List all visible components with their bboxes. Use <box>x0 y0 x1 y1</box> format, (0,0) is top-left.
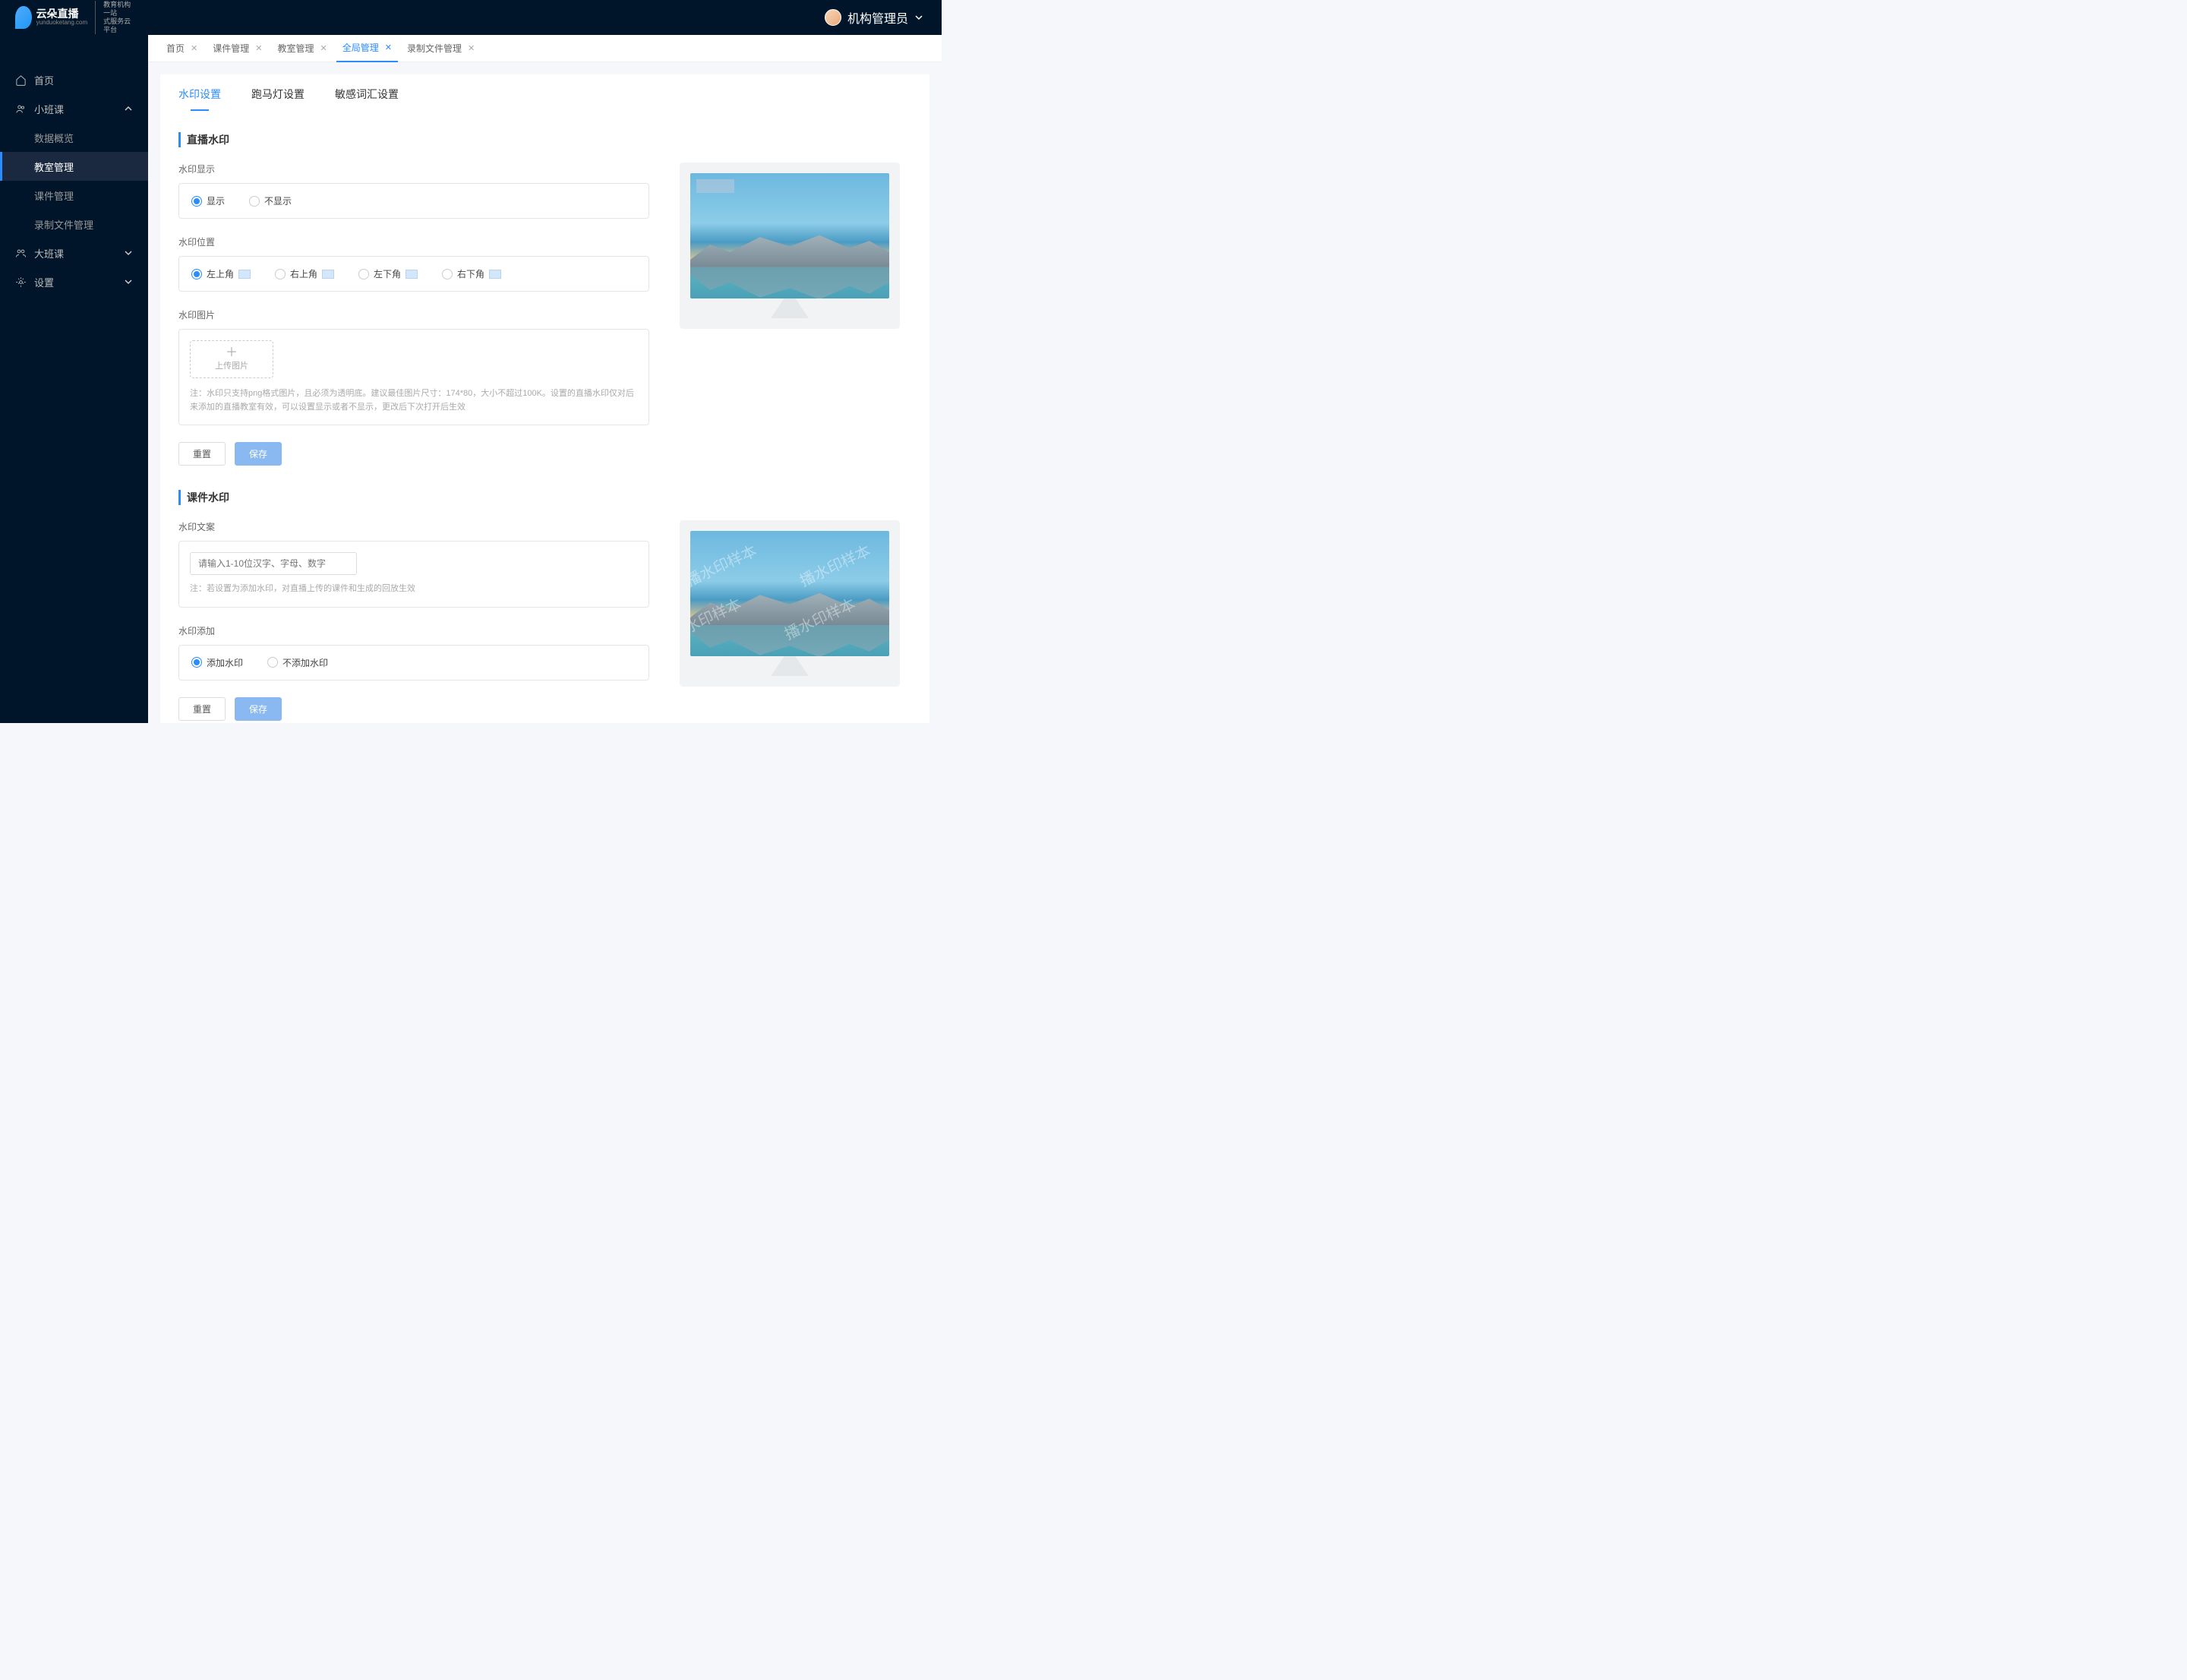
radio-icon <box>267 657 278 668</box>
radio-icon <box>191 269 202 279</box>
field-label-img: 水印图片 <box>178 308 649 321</box>
tab-home[interactable]: 首页✕ <box>160 35 204 62</box>
note-text: 注：水印只支持png格式图片，且必须为透明底。建议最佳图片尺寸：174*80，大… <box>190 387 638 414</box>
sidebar-item-classroom[interactable]: 教室管理 <box>0 152 148 181</box>
radio-icon <box>191 196 202 207</box>
sidebar-item-recording[interactable]: 录制文件管理 <box>0 210 148 238</box>
radio-bottom-left[interactable]: 左下角 <box>358 267 418 280</box>
radio-group-show: 显示 不显示 <box>178 183 649 219</box>
tab-global[interactable]: 全局管理✕ <box>336 35 398 62</box>
chevron-up-icon <box>124 104 133 113</box>
tab-marquee[interactable]: 跑马灯设置 <box>251 87 305 111</box>
close-icon[interactable]: ✕ <box>320 43 327 53</box>
field-label-show: 水印显示 <box>178 163 649 175</box>
tab-recording[interactable]: 录制文件管理✕ <box>401 35 481 62</box>
main-area: 首页✕ 课件管理✕ 教室管理✕ 全局管理✕ 录制文件管理✕ 水印设置 跑马灯设置… <box>148 35 942 723</box>
radio-no-wm[interactable]: 不添加水印 <box>267 656 328 669</box>
close-icon[interactable]: ✕ <box>468 43 475 53</box>
tabs-bar: 首页✕ 课件管理✕ 教室管理✕ 全局管理✕ 录制文件管理✕ <box>148 35 942 62</box>
position-icon <box>406 270 418 279</box>
close-icon[interactable]: ✕ <box>385 43 392 52</box>
tab-classroom[interactable]: 教室管理✕ <box>271 35 333 62</box>
crowd-icon <box>15 248 27 259</box>
sidebar-item-settings[interactable]: 设置 <box>0 267 148 296</box>
avatar <box>825 9 841 26</box>
sidebar-item-big-class[interactable]: 大班课 <box>0 238 148 267</box>
inner-tabs: 水印设置 跑马灯设置 敏感词汇设置 <box>178 87 911 111</box>
position-icon <box>322 270 334 279</box>
radio-bottom-right[interactable]: 右下角 <box>442 267 501 280</box>
radio-show[interactable]: 显示 <box>191 194 225 207</box>
radio-icon <box>249 196 260 207</box>
home-icon <box>15 74 27 86</box>
save-button[interactable]: 保存 <box>235 697 282 721</box>
close-icon[interactable]: ✕ <box>255 43 262 53</box>
logo-title: 云朵直播 <box>36 8 88 20</box>
radio-top-left[interactable]: 左上角 <box>191 267 251 280</box>
radio-icon <box>358 269 369 279</box>
radio-icon <box>275 269 286 279</box>
preview-monitor <box>680 163 900 329</box>
chevron-down-icon <box>914 13 923 22</box>
section-title-course: 课件水印 <box>178 490 911 505</box>
save-button[interactable]: 保存 <box>235 442 282 466</box>
sidebar-item-courseware[interactable]: 课件管理 <box>0 181 148 210</box>
preview-screen <box>690 173 889 298</box>
radio-icon <box>191 657 202 668</box>
position-icon <box>489 270 501 279</box>
plus-icon: ＋ <box>226 347 238 359</box>
radio-icon <box>442 269 453 279</box>
logo: 云朵直播 yunduoketang.com 教育机构一站 式服务云平台 <box>0 0 148 35</box>
live-watermark-section: 直播水印 水印显示 显示 不显示 水印位置 <box>178 132 911 466</box>
logo-icon <box>15 6 32 29</box>
gear-icon <box>15 276 27 288</box>
watermark-text-input[interactable] <box>190 552 357 575</box>
watermark-preview-icon <box>696 179 734 193</box>
close-icon[interactable]: ✕ <box>191 43 197 53</box>
user-menu[interactable]: 机构管理员 <box>825 8 923 27</box>
reset-button[interactable]: 重置 <box>178 697 226 721</box>
chevron-down-icon <box>124 277 133 286</box>
course-watermark-section: 课件水印 水印文案 注：若设置为添加水印，对直播上传的课件和生成的回放生效 <box>178 490 911 721</box>
sidebar: 云朵直播 yunduoketang.com 教育机构一站 式服务云平台 首页 小… <box>0 35 148 723</box>
tab-courseware[interactable]: 课件管理✕ <box>207 35 268 62</box>
position-icon <box>238 270 251 279</box>
reset-button[interactable]: 重置 <box>178 442 226 466</box>
tab-watermark[interactable]: 水印设置 <box>178 87 221 111</box>
radio-top-right[interactable]: 右上角 <box>275 267 334 280</box>
logo-sub: yunduoketang.com <box>36 20 88 27</box>
content-panel: 水印设置 跑马灯设置 敏感词汇设置 直播水印 水印显示 显示 不显 <box>160 74 929 723</box>
section-title-live: 直播水印 <box>178 132 911 147</box>
note-text: 注：若设置为添加水印，对直播上传的课件和生成的回放生效 <box>190 583 638 596</box>
tab-sensitive[interactable]: 敏感词汇设置 <box>335 87 399 111</box>
chevron-down-icon <box>124 248 133 257</box>
preview-monitor: 播水印样本 播水印样本 播水印样本 播水印样本 <box>680 520 900 687</box>
upload-button[interactable]: ＋ 上传图片 <box>190 340 273 378</box>
sidebar-item-data[interactable]: 数据概览 <box>0 123 148 152</box>
sidebar-item-home[interactable]: 首页 <box>0 65 148 94</box>
radio-hide[interactable]: 不显示 <box>249 194 292 207</box>
field-label-position: 水印位置 <box>178 235 649 248</box>
watermark-preview-icon: 播水印样本 播水印样本 播水印样本 播水印样本 <box>690 531 889 656</box>
group-icon <box>15 103 27 115</box>
radio-add-wm[interactable]: 添加水印 <box>191 656 243 669</box>
username: 机构管理员 <box>847 8 908 27</box>
sidebar-item-small-class[interactable]: 小班课 <box>0 94 148 123</box>
field-label-add: 水印添加 <box>178 624 649 637</box>
field-label-text: 水印文案 <box>178 520 649 533</box>
radio-group-add: 添加水印 不添加水印 <box>178 645 649 681</box>
radio-group-position: 左上角 右上角 左下角 右下角 <box>178 256 649 292</box>
preview-screen: 播水印样本 播水印样本 播水印样本 播水印样本 <box>690 531 889 656</box>
